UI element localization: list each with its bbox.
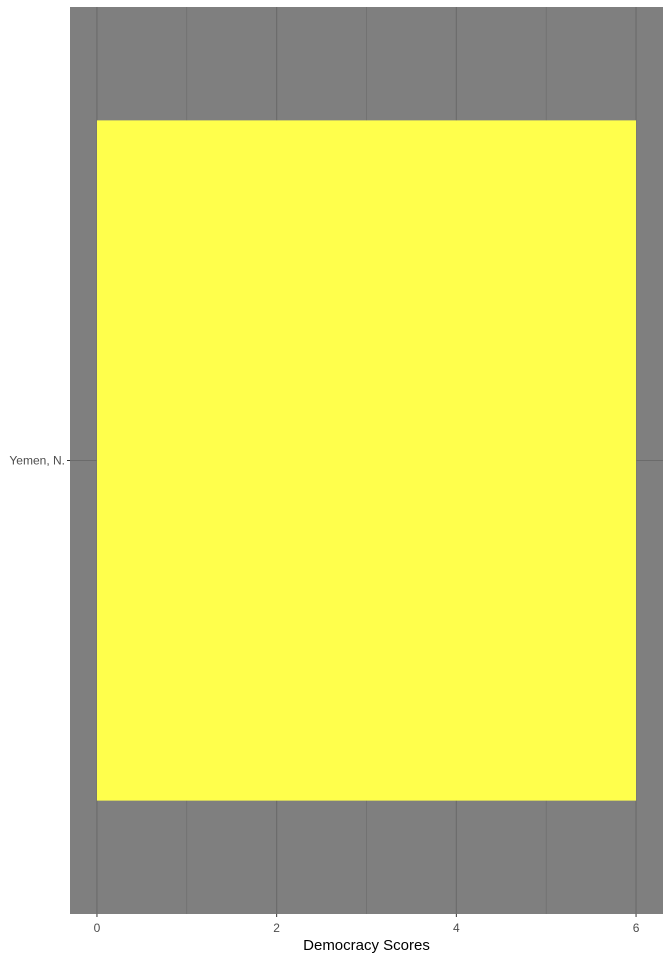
bar <box>96 120 637 801</box>
chart-svg: 0 2 4 6 Yemen, N. Democracy Scores <box>9 7 663 954</box>
x-tick-label: 6 <box>633 921 640 935</box>
chart: 0 2 4 6 Yemen, N. Democracy Scores <box>0 0 672 960</box>
x-axis-title: Democracy Scores <box>303 937 430 954</box>
x-tick-label: 2 <box>273 921 280 935</box>
bars <box>96 120 637 801</box>
x-tick-label: 4 <box>453 921 460 935</box>
y-tick-label: Yemen, N. <box>9 454 65 468</box>
x-tick-label: 0 <box>94 921 101 935</box>
